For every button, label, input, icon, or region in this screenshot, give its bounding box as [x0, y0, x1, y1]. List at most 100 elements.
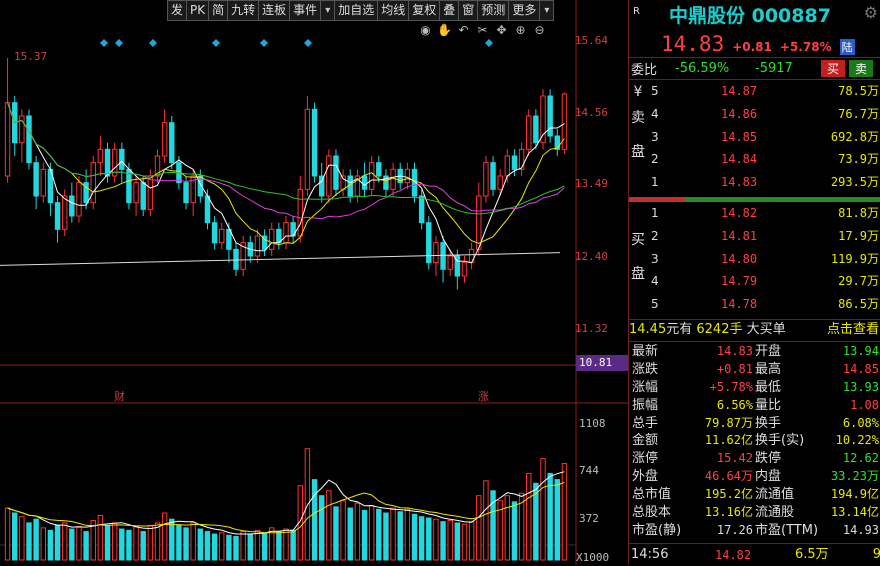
- price-axis-label: 12.40: [574, 250, 608, 263]
- stat-label: 金额: [632, 433, 659, 449]
- volume-bar: [40, 527, 46, 561]
- toolbar-button[interactable]: 叠: [439, 0, 460, 21]
- volume-bar: [526, 472, 532, 561]
- ask-volume: 692.8万: [830, 129, 879, 144]
- stat-label: 涨停: [632, 451, 659, 467]
- candle-body: [504, 155, 511, 177]
- candle-body: [133, 182, 139, 204]
- toolbar-button[interactable]: 预测: [477, 0, 510, 21]
- bid-volume: 86.5万: [838, 297, 879, 312]
- big-order-label: 大买单: [746, 322, 786, 337]
- stat-value: 6.56%: [716, 397, 753, 412]
- volume-bar: [204, 531, 211, 561]
- bid-row[interactable]: 2 14.81 17.9万: [651, 225, 879, 247]
- toolbar-button[interactable]: 均线: [377, 0, 410, 21]
- toolbar-button[interactable]: 复权: [408, 0, 441, 21]
- toolbar-button[interactable]: PK: [186, 0, 210, 21]
- volume-bar: [19, 516, 25, 561]
- scissors-icon[interactable]: ✂: [475, 23, 490, 37]
- gear-icon[interactable]: ⚙: [864, 3, 878, 22]
- stats-row: 涨幅 +5.78% 最低 13.93: [629, 379, 880, 397]
- volume-bar: [154, 522, 161, 561]
- stat-value: 11.62亿: [704, 433, 753, 448]
- candle-body: [326, 155, 332, 197]
- toolbar-button[interactable]: 加自选: [334, 0, 379, 21]
- toolbar-button[interactable]: ▾: [320, 0, 336, 21]
- stats-row: 涨停 15.42 跌停 12.62: [629, 450, 880, 468]
- sell-side-char: 卖: [631, 110, 645, 126]
- event-diamond-icon: [485, 39, 493, 47]
- volume-bar: [311, 479, 318, 561]
- volume-axis-label: 744: [579, 464, 599, 477]
- candle-body: [311, 108, 318, 177]
- volume-bar: [119, 528, 125, 561]
- event-marker-limit-up[interactable]: 涨: [478, 388, 489, 404]
- candle-body: [304, 108, 311, 190]
- zoom-in-icon[interactable]: ⊕: [513, 23, 528, 37]
- candle-body: [97, 148, 104, 164]
- candle-body: [69, 195, 75, 217]
- event-marker-earnings[interactable]: 财: [114, 388, 125, 404]
- kline-chart-area[interactable]: 发 PK 简九转 连板 事件 ▾ 加自选 均线 复权叠窗预测 更多 ▾ ◉ ✋ ↶ ✂ ✥ ⊕ ⊖ …: [0, 0, 628, 565]
- eye-icon[interactable]: ◉: [418, 23, 433, 37]
- quote-panel: R 中鼎股份 000887 ⚙ 14.83 +0.81 +5.78% 陆 委比 …: [628, 0, 880, 565]
- candle-body: [219, 228, 225, 244]
- volume-bar: [554, 479, 561, 561]
- bid-row[interactable]: 5 14.78 86.5万: [651, 293, 879, 315]
- volume-bar: [511, 501, 518, 561]
- toolbar-button[interactable]: 连板: [258, 0, 291, 21]
- ask-row[interactable]: 1 14.83 293.5万: [651, 171, 879, 193]
- stock-name[interactable]: 中鼎股份 000887: [669, 1, 831, 28]
- ask-volume: 73.9万: [838, 152, 879, 167]
- toolbar-button[interactable]: 九转: [227, 0, 260, 21]
- big-order-unit: 元有: [666, 322, 693, 337]
- candle-body: [90, 162, 96, 204]
- ask-row[interactable]: 4 14.86 76.7万: [651, 103, 879, 125]
- big-order-link[interactable]: 点击查看: [827, 320, 879, 340]
- bid-row[interactable]: 1 14.82 81.8万: [651, 202, 879, 224]
- crosshair-icon[interactable]: ✥: [494, 23, 509, 37]
- stat-value: 195.2亿: [704, 487, 753, 502]
- ask-level: 3: [651, 129, 659, 144]
- bid-row[interactable]: 4 14.79 29.7万: [651, 270, 879, 292]
- toolbar-button[interactable]: 简: [208, 0, 229, 21]
- ask-row[interactable]: 5 14.87 78.5万: [651, 80, 879, 102]
- toolbar-button[interactable]: 事件: [289, 0, 322, 21]
- volume-bar: [376, 508, 382, 561]
- undo-icon[interactable]: ↶: [456, 23, 471, 37]
- buy-button[interactable]: 买: [821, 59, 846, 77]
- volume-bar: [183, 527, 189, 561]
- volume-bar: [97, 514, 104, 561]
- volume-bar: [261, 532, 268, 561]
- volume-bar: [483, 480, 489, 561]
- volume-bar: [219, 532, 225, 561]
- volume-bar: [397, 511, 403, 561]
- divider: [629, 341, 880, 342]
- stat-value: 17.26: [716, 522, 753, 537]
- candle-body: [183, 182, 189, 204]
- ask-row[interactable]: 3 14.85 692.8万: [651, 126, 879, 148]
- bid-price: 14.79: [721, 274, 758, 289]
- kline-chart[interactable]: [0, 0, 628, 565]
- hand-icon[interactable]: ✋: [437, 23, 452, 37]
- stat-label: 量比: [755, 397, 782, 413]
- toolbar-button[interactable]: 窗: [458, 0, 479, 21]
- stat-label: 涨跌: [632, 361, 659, 377]
- bid-row[interactable]: 3 14.80 119.9万: [651, 248, 879, 270]
- ask-level: 4: [651, 106, 659, 121]
- candle-body: [497, 175, 503, 190]
- candle-body: [233, 248, 239, 270]
- event-diamond-icon: [100, 39, 108, 47]
- zoom-out-icon[interactable]: ⊖: [532, 23, 547, 37]
- stat-value: 13.94: [842, 344, 879, 358]
- volume-bar: [83, 531, 89, 561]
- toolbar-button[interactable]: 发: [167, 0, 188, 21]
- volume-bar: [540, 458, 546, 561]
- toolbar-button[interactable]: ▾: [539, 0, 555, 21]
- sell-button[interactable]: 卖: [849, 59, 874, 77]
- candle-body: [147, 175, 154, 210]
- ask-row[interactable]: 2 14.84 73.9万: [651, 148, 879, 170]
- big-order-row[interactable]: 14.45元有 6242手 大买单 点击查看: [629, 320, 880, 340]
- toolbar-button[interactable]: 更多: [508, 0, 541, 21]
- bid-level: 5: [651, 297, 659, 312]
